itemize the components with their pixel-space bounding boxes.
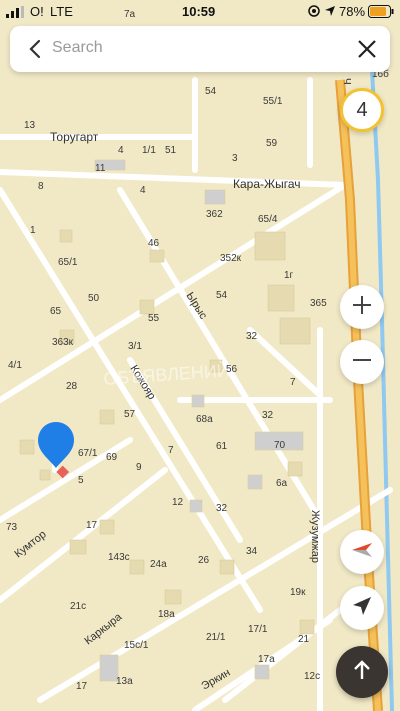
house-number: 65	[50, 306, 62, 317]
house-number: 32	[262, 410, 274, 421]
house-number: 143с	[108, 552, 130, 563]
location-status-icon	[308, 5, 320, 20]
house-number: 55/1	[263, 96, 283, 107]
compass-button[interactable]	[340, 530, 384, 574]
house-number: 13а	[116, 676, 133, 687]
battery-percent: 78%	[339, 4, 366, 19]
compass-icon	[350, 538, 374, 567]
locate-me-button[interactable]	[340, 586, 384, 630]
house-number: 59	[266, 138, 278, 149]
route-button[interactable]	[336, 646, 388, 698]
house-number: 9	[136, 462, 142, 473]
house-number: 21/1	[206, 632, 226, 643]
street-label-torugart: Торугарт	[50, 130, 99, 144]
house-number: 5	[78, 475, 84, 486]
house-number: 13	[24, 120, 36, 131]
status-bar: O! LTE 10:59 78%	[0, 0, 400, 24]
signal-icon	[6, 6, 24, 21]
house-number: 8	[38, 181, 44, 192]
house-number: 17/1	[248, 624, 268, 635]
house-number: 6а	[276, 478, 288, 489]
route-arrow-icon	[350, 658, 374, 687]
house-number: 65/1	[58, 257, 78, 268]
search-input[interactable]: Search	[52, 39, 103, 57]
house-number: 21с	[70, 601, 86, 612]
house-number: 15с/1	[124, 640, 149, 651]
gps-arrow-icon	[324, 5, 336, 20]
house-number: 65/4	[258, 214, 278, 225]
house-number: 34	[246, 546, 258, 557]
street-label-ch: Ч	[341, 78, 352, 85]
traffic-level-button[interactable]: 4	[340, 88, 384, 132]
house-number: 57	[124, 409, 136, 420]
house-number: 17а	[258, 654, 275, 665]
house-number: 1	[30, 225, 36, 236]
back-arrow-icon[interactable]	[22, 36, 48, 62]
street-label-zhuzumzhar: Жузумжар	[309, 510, 321, 563]
house-number: 17	[86, 520, 98, 531]
house-number: 7	[168, 445, 174, 456]
house-number: 4	[140, 185, 146, 196]
house-number: 32	[246, 331, 258, 342]
house-number: 362	[206, 209, 223, 220]
house-number: 24а	[150, 559, 167, 570]
house-number: 68а	[196, 414, 213, 425]
house-number: 1/1	[142, 145, 156, 156]
house-number: 3	[232, 153, 238, 164]
house-number: 54	[205, 86, 217, 97]
house-number: 73	[6, 522, 18, 533]
house-number: 70	[274, 440, 286, 451]
house-number: 17	[76, 681, 88, 692]
house-number: 12	[172, 497, 184, 508]
clock: 10:59	[182, 4, 216, 19]
house-number: 54	[216, 290, 228, 301]
carrier-label: O!	[30, 4, 44, 19]
house-number: 28	[66, 381, 78, 392]
battery-icon	[368, 5, 394, 21]
house-number: 19к	[290, 587, 306, 598]
street-label-kara-zhygach: Кара-Жыгач	[233, 177, 301, 191]
house-number: 3/1	[128, 341, 142, 352]
house-number: 7	[290, 377, 296, 388]
plus-icon	[351, 294, 373, 321]
house-number: 21	[298, 634, 310, 645]
minus-icon	[351, 349, 373, 376]
zoom-out-button[interactable]	[340, 340, 384, 384]
house-number: 67/1	[78, 448, 98, 459]
house-number: 4/1	[8, 360, 22, 371]
house-number: 11	[95, 163, 106, 174]
house-number: 363к	[52, 337, 74, 348]
house-number: 46	[148, 238, 160, 249]
house-number: 4	[118, 145, 124, 156]
house-number: 51	[165, 145, 177, 156]
network-label: LTE	[50, 4, 73, 19]
zoom-in-button[interactable]	[340, 285, 384, 329]
house-number: 26	[198, 555, 210, 566]
house-number: 352к	[220, 253, 242, 264]
traffic-level: 4	[356, 98, 368, 121]
house-number: 1г	[284, 270, 294, 281]
close-icon[interactable]	[354, 36, 380, 62]
house-number: 365	[310, 298, 327, 309]
house-number: 69	[106, 452, 118, 463]
house-number: 18а	[158, 609, 175, 620]
location-arrow-icon	[351, 595, 373, 622]
house-number: 32	[216, 503, 228, 514]
house-number: 61	[216, 441, 228, 452]
house-number: 55	[148, 313, 160, 324]
house-number: 56	[226, 364, 238, 375]
house-number: 50	[88, 293, 100, 304]
search-bar[interactable]: Search	[10, 26, 390, 72]
house-number: 12с	[304, 671, 320, 682]
